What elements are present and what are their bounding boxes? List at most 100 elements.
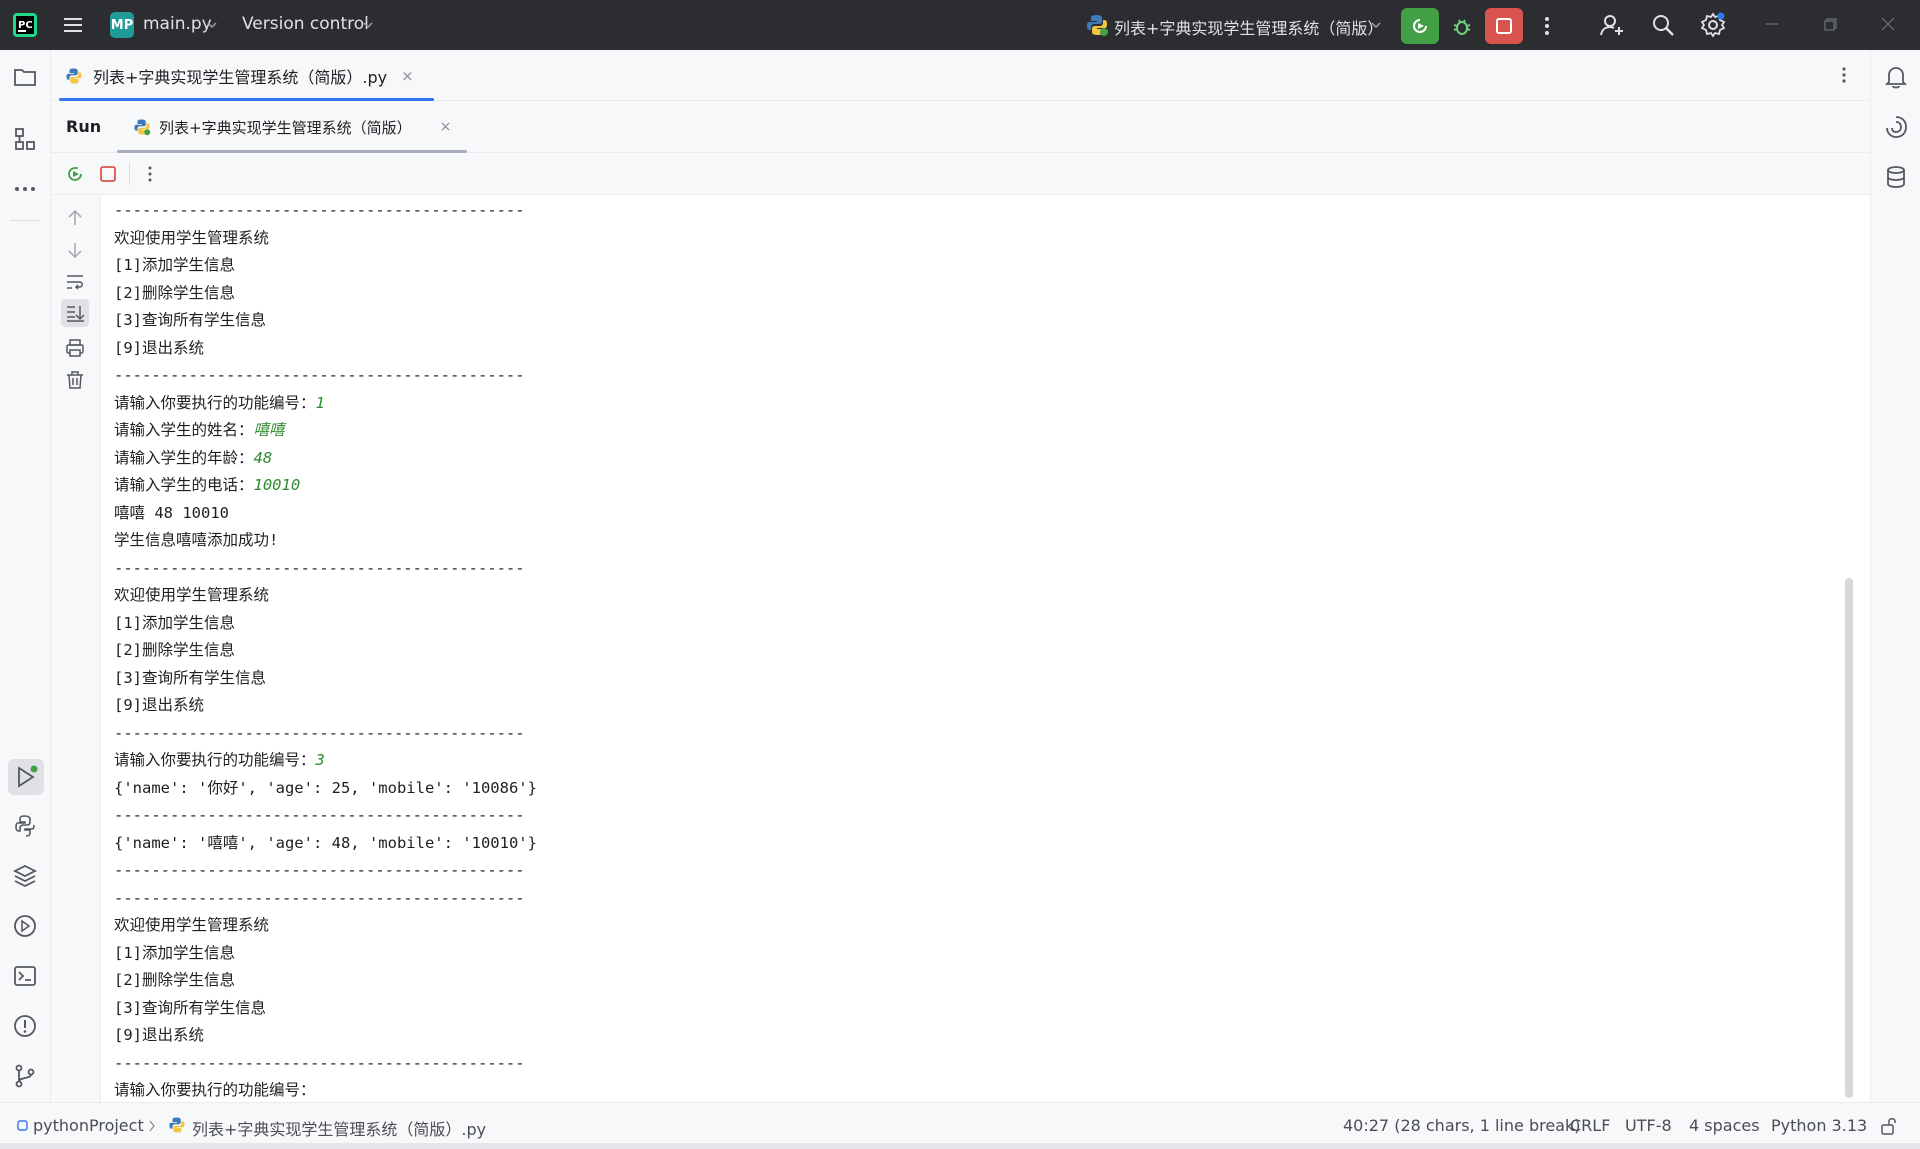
structure-icon[interactable] [12,126,38,152]
editor-tab-label: 列表+字典实现学生管理系统（简版）.py [93,67,388,87]
terminal-icon[interactable] [12,963,38,989]
python-interpreter[interactable]: Python 3.13 [1771,1116,1867,1135]
close-tab-icon[interactable]: × [401,67,414,85]
console-output-text: [3]查询所有学生信息 [114,998,266,1017]
console-output[interactable]: ----------------------------------------… [101,195,1856,1102]
console-line: 请输入你要执行的功能编号： [114,1077,537,1102]
folder-icon[interactable] [12,64,38,90]
console-user-input: 48 [253,448,273,467]
console-output-text: 欢迎使用学生管理系统 [114,228,270,247]
services-icon[interactable] [12,913,38,939]
line-ending[interactable]: CRLF [1570,1116,1610,1135]
stop-icon[interactable] [97,163,119,185]
console-output-text: [3]查询所有学生信息 [114,311,266,329]
console-lines: ----------------------------------------… [114,197,537,1102]
breadcrumb-file[interactable]: 列表+字典实现学生管理系统（简版）.py [192,1116,486,1140]
window-bottom-edge [0,1143,1920,1149]
run-configuration-selector[interactable]: 列表+字典实现学生管理系统（简版） [1114,15,1383,39]
stop-button[interactable] [1485,8,1523,44]
chevron-down-icon[interactable] [1371,20,1381,30]
console-output-text: {'name': '你好', 'age': 25, 'mobile': '100… [114,778,537,797]
rerun-button[interactable] [1401,8,1439,44]
minimize-icon[interactable] [1764,16,1780,32]
more-tool-windows-icon[interactable] [12,176,38,202]
console-output-text: {'name': '嘻嘻', 'age': 48, 'mobile': '100… [114,833,537,852]
console-user-input: 嘻嘻 [253,421,285,439]
console-line: ----------------------------------------… [114,802,537,830]
console-line: [2]删除学生信息 [114,967,537,995]
pycharm-logo-icon[interactable]: PC [12,12,38,38]
code-with-me-icon[interactable] [1599,12,1625,38]
caret-position[interactable]: 40:27 (28 chars, 1 line break) [1343,1116,1580,1135]
rerun-icon[interactable] [64,163,86,185]
editor-tab[interactable]: 列表+字典实现学生管理系统（简版）.py × [51,50,434,101]
notifications-icon[interactable] [1883,64,1909,90]
run-tab-label: 列表+字典实现学生管理系统（简版） [159,118,412,137]
console-output-text: [3]查询所有学生信息 [114,668,266,687]
chevron-down-icon[interactable] [207,20,217,30]
console-output-text: ----------------------------------------… [114,201,525,219]
breadcrumb-project[interactable]: pythonProject [33,1116,144,1135]
layers-icon[interactable] [12,863,38,889]
console-output-text: [1]添加学生信息 [114,256,235,274]
right-tool-strip [1870,50,1920,1102]
search-icon[interactable] [1650,12,1676,38]
more-vertical-icon[interactable] [139,163,161,185]
chevron-right-icon [149,1120,155,1132]
console-side-toolbar [51,195,101,1102]
bug-icon [1453,19,1471,35]
git-icon[interactable] [12,1063,38,1089]
console-output-text: 请输入你要执行的功能编号： [114,751,316,769]
problems-icon[interactable] [12,1013,38,1039]
console-line: 欢迎使用学生管理系统 [114,582,537,610]
console-line: [1]添加学生信息 [114,610,537,638]
console-line: 欢迎使用学生管理系统 [114,225,537,253]
main-menu-icon[interactable] [62,14,84,36]
console-output-text: ----------------------------------------… [114,1053,525,1072]
database-icon[interactable] [1883,164,1909,190]
console-line: [9]退出系统 [114,1022,537,1050]
console-output-text: 欢迎使用学生管理系统 [114,586,270,604]
scroll-to-end-icon[interactable] [61,299,89,327]
left-tool-strip [0,50,51,1102]
print-icon[interactable] [64,337,86,359]
more-vertical-icon[interactable] [1834,64,1854,86]
run-toolbar [51,153,1870,195]
console-output-text: ----------------------------------------… [114,558,525,577]
project-widget[interactable]: main.py [143,14,212,34]
console-line: {'name': '你好', 'age': 25, 'mobile': '100… [114,775,537,803]
close-run-tab-icon[interactable]: × [440,119,452,135]
console-line: [3]查询所有学生信息 [114,665,537,693]
file-encoding[interactable]: UTF-8 [1625,1116,1672,1135]
restore-icon[interactable] [1822,16,1838,32]
settings-icon[interactable] [1700,12,1726,38]
run-tab[interactable]: 列表+字典实现学生管理系统（简版） × [117,101,468,153]
console-line: 请输入你要执行的功能编号：1 [114,390,537,418]
console-output-text: ----------------------------------------… [114,888,525,907]
console-output-text: [9]退出系统 [114,696,204,714]
more-actions-button[interactable] [1528,8,1566,44]
trash-icon[interactable] [64,369,86,391]
close-window-icon[interactable] [1880,16,1896,32]
indent-settings[interactable]: 4 spaces [1689,1116,1760,1135]
ai-assistant-icon[interactable] [1883,114,1909,140]
arrow-down-icon[interactable] [64,239,86,261]
arrow-up-icon[interactable] [64,207,86,229]
console-user-input: 3 [315,751,325,769]
console-line: 欢迎使用学生管理系统 [114,912,537,940]
console-scrollbar[interactable] [1845,578,1853,1098]
console-output-text: ----------------------------------------… [114,723,525,742]
version-control-widget[interactable]: Version control [242,14,369,34]
console-line: [2]删除学生信息 [114,637,537,665]
console-line: [2]删除学生信息 [114,280,537,308]
run-icon[interactable] [8,759,44,795]
python-packages-icon[interactable] [12,813,38,839]
stop-icon [1496,18,1512,34]
soft-wrap-icon[interactable] [64,271,86,293]
debug-button[interactable] [1443,8,1481,44]
project-badge[interactable]: MP [110,12,134,38]
run-panel-title: Run [66,117,102,136]
chevron-down-icon[interactable] [363,20,373,30]
editor-tab-bar: 列表+字典实现学生管理系统（简版）.py × [51,50,1870,101]
lock-icon[interactable] [1880,1116,1898,1136]
